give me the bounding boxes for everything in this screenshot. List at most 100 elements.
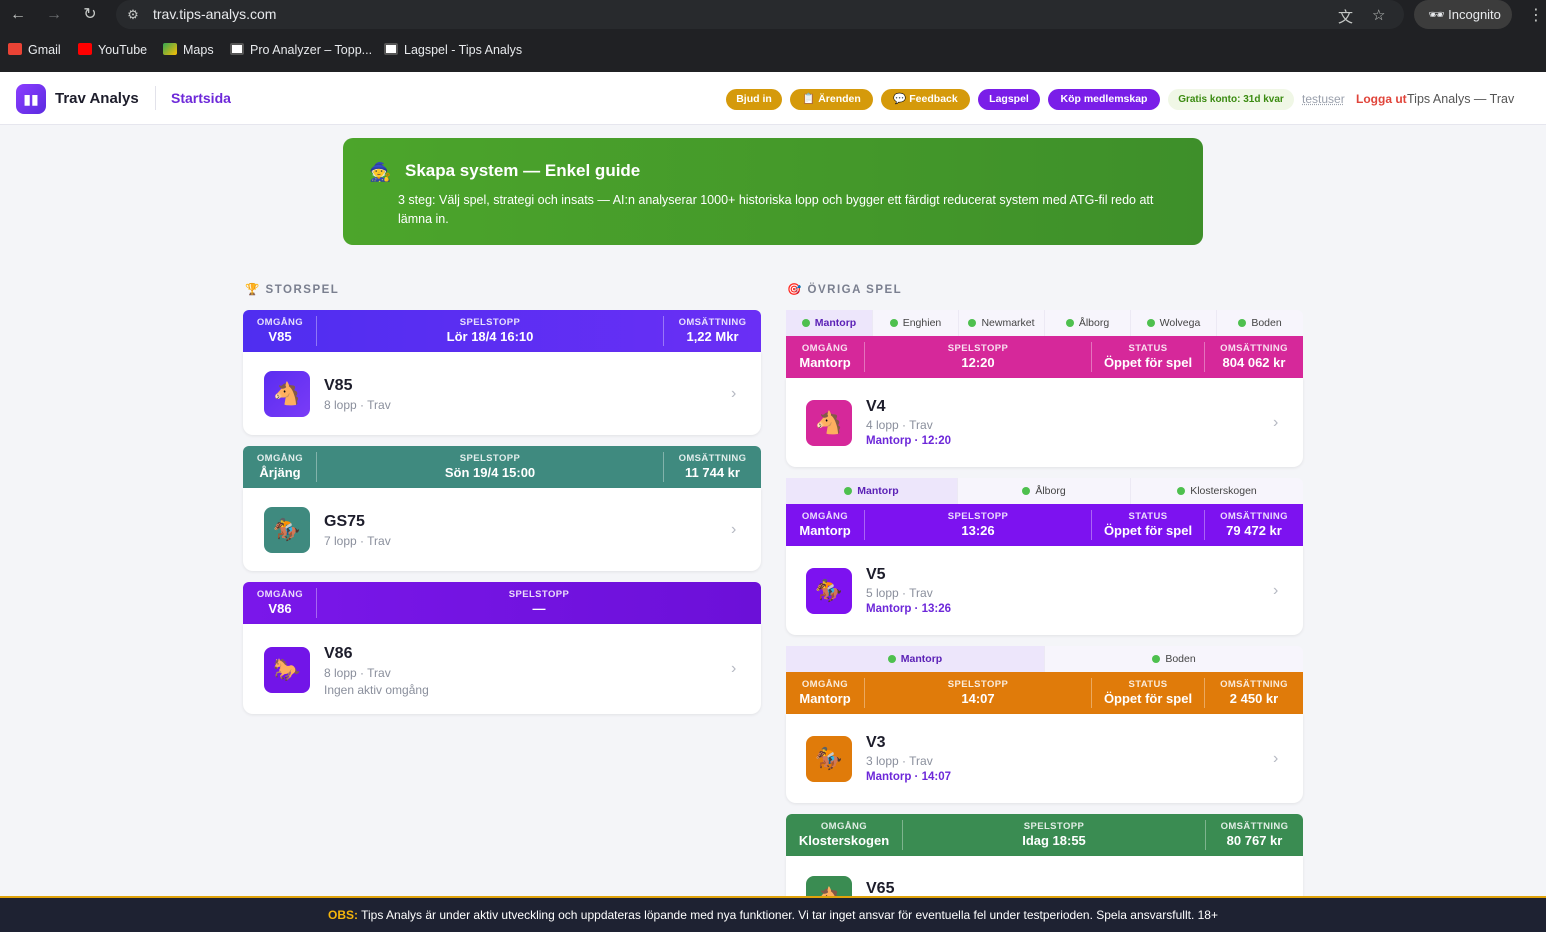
status-dot-icon: [1177, 487, 1186, 495]
tab-label: Wolvega: [1159, 317, 1201, 329]
omsattning-label: OMSÄTTNING: [1220, 679, 1288, 690]
omsattning-label: OMSÄTTNING: [1220, 343, 1288, 354]
status-dot-icon: [1146, 319, 1155, 327]
omsattning-value: 79 472 kr: [1226, 523, 1282, 538]
v85-info-band: OMGÅNG V85 SPELSTOPP Lör 18/4 16:10 OMSÄTT…: [243, 310, 761, 352]
tab-label: Enghien: [902, 317, 942, 329]
feedback-button[interactable]: 💬 Feedback: [881, 89, 970, 110]
browser-menu-icon[interactable]: ⋮: [1528, 5, 1544, 25]
invite-button[interactable]: Bjud in: [726, 89, 782, 110]
status-value: Öppet för spel: [1103, 691, 1193, 706]
game-card-v86[interactable]: 🐎 V86 8 lopp · Trav Ingen aktiv omgång ›: [243, 624, 761, 714]
tab-enghien[interactable]: Enghien: [872, 310, 958, 336]
horse-icon: 🐴: [806, 876, 852, 896]
tab-alborg[interactable]: Ålborg: [1044, 310, 1130, 336]
address-bar[interactable]: ⚙ trav.tips-analys.com 文 ☆: [116, 0, 1404, 29]
forward-icon[interactable]: →: [44, 5, 64, 25]
tab-boden[interactable]: Boden: [1216, 310, 1303, 336]
lagspel-button[interactable]: Lagspel: [978, 89, 1040, 110]
pro-analyzer-icon: [230, 43, 244, 55]
spelstopp-label: SPELSTOPP: [947, 679, 1009, 690]
spelstopp-label: SPELSTOPP: [508, 589, 570, 600]
game-card-v85[interactable]: 🐴 V85 8 lopp · Trav ›: [243, 352, 761, 435]
omgang-label: OMGÅNG: [801, 343, 849, 354]
v86-info-band: OMGÅNG V86 SPELSTOPP —: [243, 582, 761, 624]
reload-icon[interactable]: ↻: [80, 5, 100, 25]
status-value: Öppet för spel: [1103, 523, 1193, 538]
omsattning-value: 2 450 kr: [1229, 691, 1279, 706]
game-card-gs75[interactable]: 🏇 GS75 7 lopp · Trav ›: [243, 488, 761, 571]
tab-newmarket[interactable]: Newmarket: [958, 310, 1044, 336]
incognito-icon: 🕶: [1428, 7, 1445, 22]
incognito-label: Incognito: [1448, 7, 1501, 22]
bookmark-youtube[interactable]: YouTube: [78, 43, 147, 57]
incognito-badge[interactable]: 🕶 Incognito: [1414, 0, 1512, 29]
tab-klosterskogen[interactable]: Klosterskogen: [1130, 478, 1303, 504]
bookmark-gmail[interactable]: Gmail: [8, 43, 61, 57]
username[interactable]: testuser: [1302, 92, 1345, 106]
omsattning-label: OMSÄTTNING: [1220, 821, 1289, 832]
buy-membership-button[interactable]: Köp medlemskap: [1048, 89, 1160, 110]
status-dot-icon: [1022, 487, 1031, 495]
ovriga-heading: 🎯 ÖVRIGA SPEL: [787, 282, 902, 296]
bookmark-label: Lagspel - Tips Analys: [404, 43, 523, 57]
bookmark-maps[interactable]: Maps: [163, 43, 214, 57]
bookmarks-bar: Gmail YouTube Maps Pro Analyzer – Topp..…: [0, 38, 1546, 64]
tab-mantorp[interactable]: Mantorp: [786, 646, 1044, 672]
jockey-icon: 🏇: [806, 736, 852, 782]
tab-label: Mantorp: [814, 317, 857, 329]
tab-wolvega[interactable]: Wolvega: [1130, 310, 1216, 336]
spelstopp-value: 14:07: [961, 691, 995, 706]
horse-icon: 🐎: [264, 647, 310, 693]
bookmark-lagspel[interactable]: Lagspel - Tips Analys: [384, 43, 522, 57]
notice-text: Tips Analys är under aktiv utveckling oc…: [358, 908, 1218, 922]
game-card-v4[interactable]: 🐴 V4 4 lopp · Trav Mantorp · 12:20 ›: [786, 378, 1303, 467]
header-divider: [155, 86, 156, 110]
game-card-v65[interactable]: 🐴 V65: [786, 856, 1303, 896]
track-time: Mantorp · 14:07: [866, 771, 951, 783]
tab-boden[interactable]: Boden: [1044, 646, 1303, 672]
site-info-icon[interactable]: ⚙: [124, 6, 142, 24]
bookmark-label: Maps: [183, 43, 214, 57]
gmail-icon: [8, 43, 22, 55]
game-card-v3[interactable]: 🏇 V3 3 lopp · Trav Mantorp · 14:07 ›: [786, 714, 1303, 803]
trophy-icon: 🏆: [245, 284, 261, 296]
track-time: Mantorp · 13:26: [866, 603, 951, 615]
omgang-value: Mantorp: [799, 691, 851, 706]
status-label: STATUS: [1128, 511, 1168, 522]
guide-banner[interactable]: 🧙 Skapa system — Enkel guide 3 steg: Väl…: [343, 138, 1203, 245]
horse-icon: 🐴: [264, 371, 310, 417]
chevron-right-icon: ›: [731, 660, 737, 677]
tab-alborg[interactable]: Ålborg: [957, 478, 1130, 504]
status-label: STATUS: [1128, 343, 1168, 354]
cases-button[interactable]: 📋 Ärenden: [790, 89, 873, 110]
spelstopp-value: —: [532, 601, 546, 616]
storspel-heading-text: STORSPEL: [265, 284, 340, 296]
bookmark-pro-analyzer[interactable]: Pro Analyzer – Topp...: [230, 43, 372, 57]
youtube-icon: [78, 43, 92, 55]
v5-info-band: OMGÅNG Mantorp SPELSTOPP 13:26 STATUS Öppet…: [786, 504, 1303, 546]
game-card-v5[interactable]: 🏇 V5 5 lopp · Trav Mantorp · 13:26 ›: [786, 546, 1303, 635]
tab-mantorp[interactable]: Mantorp: [786, 310, 872, 336]
back-icon[interactable]: ←: [8, 5, 28, 25]
lagspel-icon: [384, 43, 398, 55]
spelstopp-value: 12:20: [961, 355, 995, 370]
status-dot-icon: [1152, 655, 1161, 663]
nav-startsida[interactable]: Startsida: [171, 90, 231, 106]
translate-icon[interactable]: 文: [1338, 6, 1353, 27]
bookmark-star-icon[interactable]: ☆: [1372, 6, 1385, 24]
bookmark-label: Pro Analyzer – Topp...: [250, 43, 373, 57]
guide-title: Skapa system — Enkel guide: [405, 161, 641, 180]
spelstopp-label: SPELSTOPP: [947, 511, 1009, 522]
spelstopp-label: SPELSTOPP: [947, 343, 1009, 354]
status-dot-icon: [887, 655, 896, 663]
game-name: V5: [866, 566, 886, 583]
logout-link[interactable]: Logga ut: [1356, 92, 1407, 106]
game-subtitle: 7 lopp · Trav: [324, 534, 391, 548]
app-logo-icon[interactable]: ▮▮: [16, 84, 46, 114]
brand-name[interactable]: Trav Analys: [55, 90, 139, 107]
track-tabs-v3: Mantorp Boden: [786, 646, 1303, 672]
spelstopp-label: SPELSTOPP: [459, 453, 521, 464]
tab-mantorp[interactable]: Mantorp: [786, 478, 957, 504]
omsattning-value: 11 744 kr: [685, 465, 740, 480]
